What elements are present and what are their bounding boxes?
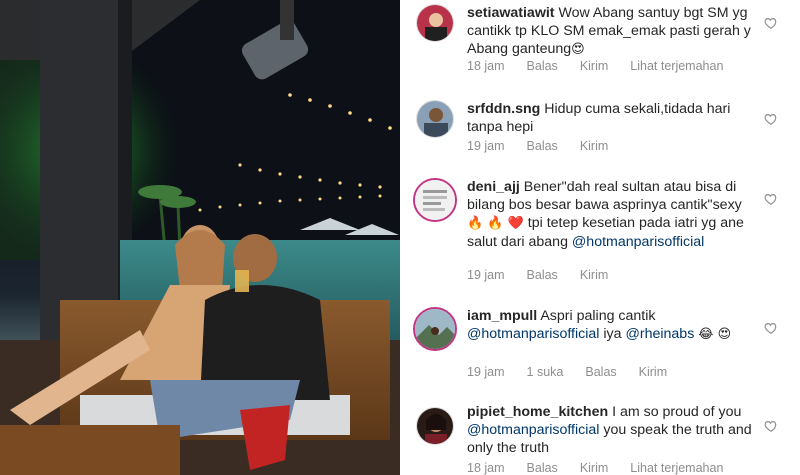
like-count[interactable]: 1 suka <box>527 365 564 379</box>
avatar-image-icon <box>417 408 453 444</box>
comment-meta: 19 jam 1 suka Balas Kirim <box>467 365 689 379</box>
avatar-image-icon <box>415 309 455 349</box>
comment-text-segment: I am so proud of you <box>612 404 742 420</box>
comment-username[interactable]: pipiet_home_kitchen <box>467 404 608 420</box>
mention-link[interactable]: @hotmanparisofficial <box>572 234 704 250</box>
comment-text-segment: iya <box>599 326 626 342</box>
reply-button[interactable]: Balas <box>527 139 558 153</box>
comment-meta: 18 jam Balas Kirim Lihat terjemahan <box>467 59 745 73</box>
emoji: 😍 <box>571 42 585 57</box>
heart-outline-icon[interactable] <box>764 112 778 126</box>
comment-meta: 19 jam Balas Kirim <box>467 139 630 153</box>
send-button[interactable]: Kirim <box>580 461 608 475</box>
heart-outline-icon[interactable] <box>764 16 778 30</box>
comments-panel: setiawatiawit Wow Abang santuy bgt SM yg… <box>400 0 800 475</box>
avatar[interactable] <box>416 407 454 445</box>
avatar-image-icon <box>415 180 455 220</box>
comment-username[interactable]: deni_ajj <box>467 179 520 195</box>
mention-link[interactable]: @hotmanparisofficial <box>467 326 599 342</box>
comment-time: 18 jam <box>467 461 505 475</box>
comment-username[interactable]: iam_mpull <box>467 308 537 324</box>
avatar[interactable] <box>413 178 457 222</box>
comment-text-segment: Aspri paling cantik <box>540 308 656 324</box>
mention-link[interactable]: @rheinabs <box>625 326 694 342</box>
comment-time: 19 jam <box>467 365 505 379</box>
heart-outline-icon[interactable] <box>764 321 778 335</box>
see-translation-button[interactable]: Lihat terjemahan <box>630 59 723 73</box>
post-photo <box>0 0 400 475</box>
avatar-image-icon <box>417 5 453 41</box>
comment-text: setiawatiawit Wow Abang santuy bgt SM yg… <box>467 4 757 59</box>
send-button[interactable]: Kirim <box>580 268 608 282</box>
emoji: 😂 😍 <box>698 327 732 342</box>
avatar[interactable] <box>416 100 454 138</box>
comment-time: 19 jam <box>467 139 505 153</box>
heart-outline-icon[interactable] <box>764 192 778 206</box>
heart-outline-icon[interactable] <box>764 419 778 433</box>
avatar[interactable] <box>413 307 457 351</box>
reply-button[interactable]: Balas <box>527 268 558 282</box>
avatar-image-icon <box>417 101 453 137</box>
reply-button[interactable]: Balas <box>585 365 616 379</box>
comment-text: iam_mpull Aspri paling cantik @hotmanpar… <box>467 307 757 344</box>
comment-username[interactable]: setiawatiawit <box>467 5 555 21</box>
emoji: 🔥 🔥 ❤️ <box>467 216 524 231</box>
see-translation-button[interactable]: Lihat terjemahan <box>630 461 723 475</box>
comment-meta: 18 jam Balas Kirim Lihat terjemahan <box>467 461 745 475</box>
avatar[interactable] <box>416 4 454 42</box>
send-button[interactable]: Kirim <box>580 139 608 153</box>
comment-text: deni_ajj Bener"dah real sultan atau bisa… <box>467 178 757 251</box>
send-button[interactable]: Kirim <box>639 365 667 379</box>
reply-button[interactable]: Balas <box>527 59 558 73</box>
comment-meta: 19 jam Balas Kirim <box>467 268 630 282</box>
post-photo-illustration <box>0 0 400 475</box>
comment-username[interactable]: srfddn.sng <box>467 101 540 117</box>
comment-text: srfddn.sng Hidup cuma sekali,tidada hari… <box>467 100 757 136</box>
comment-text: pipiet_home_kitchen I am so proud of you… <box>467 403 757 457</box>
reply-button[interactable]: Balas <box>527 461 558 475</box>
send-button[interactable]: Kirim <box>580 59 608 73</box>
comment-time: 19 jam <box>467 268 505 282</box>
comment-time: 18 jam <box>467 59 505 73</box>
mention-link[interactable]: @hotmanparisofficial <box>467 422 599 438</box>
